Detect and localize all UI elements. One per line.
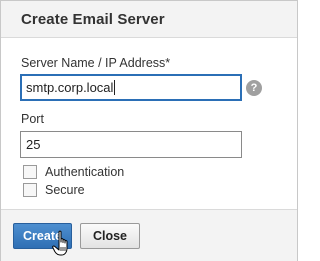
port-input[interactable]: 25: [20, 131, 242, 158]
authentication-label: Authentication: [45, 165, 125, 179]
dialog-header: Create Email Server: [1, 1, 297, 38]
dialog-title: Create Email Server: [21, 11, 165, 28]
server-name-input[interactable]: smtp.corp.local: [20, 74, 242, 101]
port-label: Port: [21, 112, 44, 126]
secure-checkbox[interactable]: [23, 183, 37, 197]
port-value: 25: [26, 137, 41, 152]
close-button[interactable]: Close: [80, 223, 140, 249]
help-icon[interactable]: ?: [246, 80, 262, 96]
server-name-value: smtp.corp.local: [26, 80, 114, 95]
text-caret: [114, 80, 116, 95]
authentication-checkbox[interactable]: [23, 165, 37, 179]
secure-label: Secure: [45, 183, 85, 197]
hand-pointer-icon: [52, 230, 68, 256]
create-email-server-dialog: Create Email Server Server Name / IP Add…: [0, 0, 298, 261]
server-name-label: Server Name / IP Address*: [21, 56, 171, 70]
